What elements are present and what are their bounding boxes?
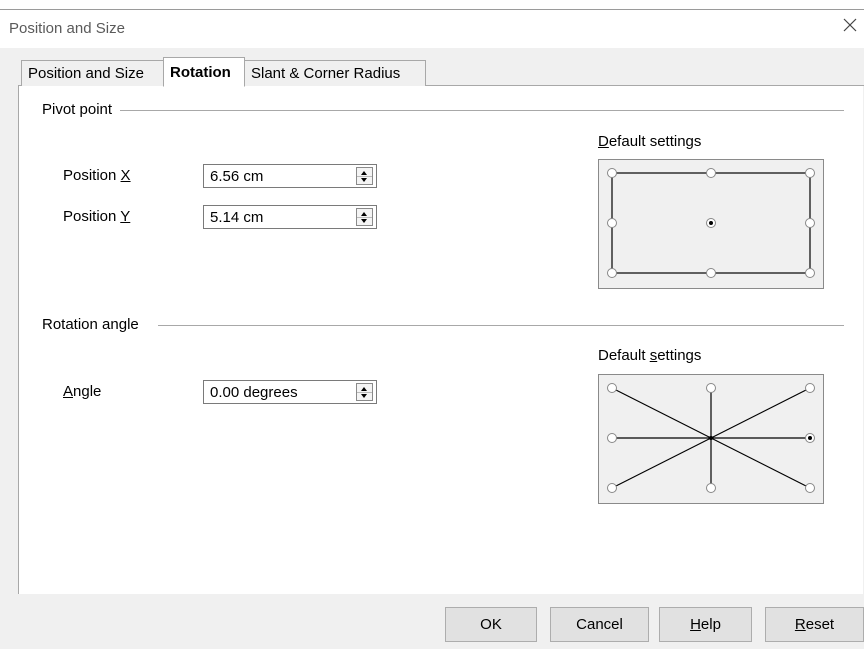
spin-up-icon[interactable] bbox=[361, 387, 367, 391]
help-button[interactable]: Help bbox=[659, 607, 752, 642]
spin-down-icon[interactable] bbox=[361, 178, 367, 182]
spin-down-icon[interactable] bbox=[361, 394, 367, 398]
position-y-label: Position Y bbox=[63, 208, 131, 225]
angle-spin-buttons[interactable] bbox=[356, 383, 373, 401]
spin-up-icon[interactable] bbox=[361, 212, 367, 216]
tab-position-and-size[interactable]: Position and Size bbox=[21, 60, 165, 86]
angle-default-settings-label: Default settings bbox=[598, 347, 702, 364]
pivot-default-settings-label: Default settings bbox=[598, 133, 702, 150]
pivot-section-rule bbox=[120, 110, 844, 111]
tab-label: Slant & Corner Radius bbox=[251, 65, 401, 82]
angle-spinbox[interactable]: 0.00 degrees bbox=[203, 380, 377, 404]
tab-slant-corner-radius[interactable]: Slant & Corner Radius bbox=[244, 60, 426, 86]
spin-down-icon[interactable] bbox=[361, 219, 367, 223]
pivot-point-selector[interactable] bbox=[598, 159, 824, 289]
pivot-grid-graphic bbox=[607, 168, 815, 278]
window-title: Position and Size bbox=[9, 20, 125, 37]
pivot-radio-points[interactable] bbox=[607, 168, 815, 278]
position-y-spinbox[interactable]: 5.14 cm bbox=[203, 205, 377, 229]
tab-label: Rotation bbox=[170, 64, 231, 81]
position-x-value: 6.56 cm bbox=[210, 168, 264, 185]
angle-value: 0.00 degrees bbox=[210, 384, 298, 401]
cancel-button[interactable]: Cancel bbox=[550, 607, 649, 642]
tab-rotation[interactable]: Rotation bbox=[163, 57, 245, 87]
position-x-label: Position X bbox=[63, 167, 131, 184]
angle-star-graphic bbox=[607, 383, 815, 493]
position-x-spinbox[interactable]: 6.56 cm bbox=[203, 164, 377, 188]
reset-button[interactable]: Reset bbox=[765, 607, 864, 642]
position-y-value: 5.14 cm bbox=[210, 209, 264, 226]
rotation-section-rule bbox=[158, 325, 844, 326]
tab-label: Position and Size bbox=[28, 65, 144, 82]
spin-up-icon[interactable] bbox=[361, 171, 367, 175]
title-bar bbox=[0, 10, 864, 48]
rotation-angle-heading: Rotation angle bbox=[42, 316, 147, 333]
angle-selector[interactable] bbox=[598, 374, 824, 504]
pivot-point-heading: Pivot point bbox=[42, 101, 121, 118]
angle-label: Angle bbox=[63, 383, 102, 400]
position-x-spin-buttons[interactable] bbox=[356, 167, 373, 185]
ok-button[interactable]: OK bbox=[445, 607, 537, 642]
close-icon bbox=[843, 18, 857, 32]
close-button[interactable] bbox=[839, 14, 861, 36]
position-y-spin-buttons[interactable] bbox=[356, 208, 373, 226]
